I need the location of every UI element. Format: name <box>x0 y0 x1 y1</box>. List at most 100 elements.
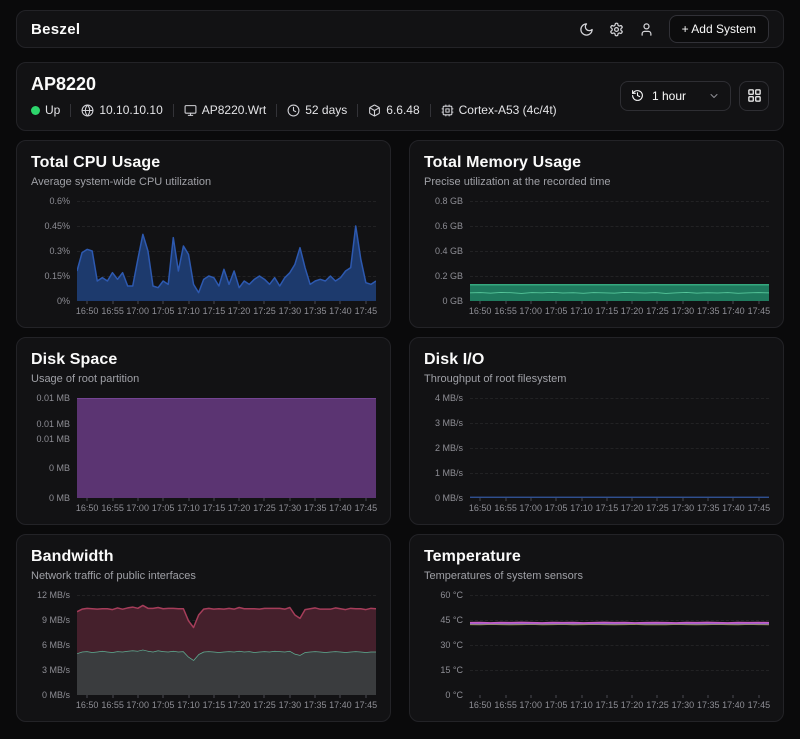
x-tick-mark <box>758 498 759 501</box>
x-tick-mark <box>682 301 683 304</box>
chart-plot[interactable] <box>77 398 376 498</box>
x-tick-label: 17:35 <box>697 700 720 710</box>
x-tick-mark <box>365 498 366 501</box>
chart-title: Temperature <box>424 548 769 566</box>
chart-canvas-diskio[interactable] <box>470 398 769 498</box>
x-tick-mark <box>112 695 113 698</box>
page: Beszel + Add System AP8220 Up <box>0 0 800 722</box>
x-tick-label: 17:40 <box>722 503 745 513</box>
x-tick-label: 17:20 <box>621 700 644 710</box>
chart-plot[interactable] <box>470 201 769 301</box>
divider <box>276 104 277 117</box>
system-uptime: 52 days <box>287 103 347 117</box>
x-tick-mark <box>315 695 316 698</box>
x-tick-mark <box>340 695 341 698</box>
x-tick-label: 17:15 <box>203 306 226 316</box>
y-tick-label: 0 MB/s <box>42 690 70 700</box>
x-tick-label: 17:00 <box>126 306 149 316</box>
x-tick-mark <box>758 695 759 698</box>
y-tick-label: 1 MB/s <box>435 468 463 478</box>
chart-card-cpu: Total CPU Usage Average system-wide CPU … <box>16 140 391 328</box>
x-tick-mark <box>581 695 582 698</box>
x-tick-mark <box>733 498 734 501</box>
chart-plot[interactable] <box>470 595 769 695</box>
chart-canvas-bandwidth[interactable] <box>77 595 376 695</box>
user-menu-button[interactable] <box>639 22 654 37</box>
y-tick-label: 0.01 MB <box>36 393 70 403</box>
layout-grid-button[interactable] <box>739 81 769 111</box>
x-tick-label: 17:15 <box>596 306 619 316</box>
x-tick-label: 16:50 <box>469 700 492 710</box>
x-tick-label: 17:20 <box>621 306 644 316</box>
x-tick-mark <box>480 498 481 501</box>
chart-header: Total Memory Usage Precise utilization a… <box>424 154 769 188</box>
system-version-value: 6.6.48 <box>386 103 419 117</box>
x-axis: 16:5016:5517:0017:0517:1017:1517:2017:25… <box>77 695 376 713</box>
x-tick-mark <box>213 695 214 698</box>
settings-button[interactable] <box>609 22 624 37</box>
time-range-select[interactable]: 1 hour <box>620 81 731 111</box>
y-tick-label: 2 MB/s <box>435 443 463 453</box>
x-tick-label: 16:50 <box>76 306 99 316</box>
x-axis: 16:5016:5517:0017:0517:1017:1517:2017:25… <box>470 498 769 516</box>
x-tick-label: 17:40 <box>722 700 745 710</box>
x-tick-mark <box>163 695 164 698</box>
y-tick-label: 12 MB/s <box>37 590 70 600</box>
navbar: Beszel + Add System <box>16 10 784 48</box>
x-tick-label: 16:50 <box>469 503 492 513</box>
clock-icon <box>287 104 300 117</box>
x-tick-label: 17:40 <box>329 306 352 316</box>
x-tick-label: 17:00 <box>126 700 149 710</box>
gear-icon <box>609 22 624 37</box>
chart-canvas-memory[interactable] <box>470 201 769 301</box>
x-tick-label: 16:55 <box>494 306 517 316</box>
user-icon <box>639 22 654 37</box>
x-tick-label: 16:55 <box>494 503 517 513</box>
y-axis: 60 °C45 °C30 °C15 °C0 °C <box>424 595 470 695</box>
add-system-button[interactable]: + Add System <box>669 15 769 43</box>
x-axis: 16:5016:5517:0017:0517:1017:1517:2017:25… <box>77 498 376 516</box>
x-tick-mark <box>188 498 189 501</box>
x-tick-mark <box>556 498 557 501</box>
x-tick-label: 17:25 <box>646 503 669 513</box>
x-tick-label: 17:35 <box>697 306 720 316</box>
x-tick-mark <box>505 301 506 304</box>
x-tick-mark <box>137 498 138 501</box>
x-tick-label: 17:05 <box>152 700 175 710</box>
x-tick-mark <box>530 695 531 698</box>
app-logo[interactable]: Beszel <box>31 21 80 38</box>
chart-canvas-disk[interactable] <box>77 398 376 498</box>
y-axis: 0.8 GB0.6 GB0.4 GB0.2 GB0 GB <box>424 201 470 301</box>
x-tick-label: 17:45 <box>355 700 378 710</box>
x-tick-mark <box>632 301 633 304</box>
chart-plot[interactable] <box>77 595 376 695</box>
x-tick-label: 17:30 <box>279 306 302 316</box>
time-range-value: 1 hour <box>652 89 686 103</box>
chart-plot[interactable] <box>77 201 376 301</box>
y-axis: 0.01 MB0.01 MB0.01 MB0 MB0 MB <box>31 398 77 498</box>
x-tick-label: 17:45 <box>748 306 771 316</box>
x-tick-label: 17:00 <box>519 700 542 710</box>
cpu-chip-icon <box>441 104 454 117</box>
x-tick-mark <box>632 695 633 698</box>
x-tick-mark <box>213 498 214 501</box>
x-tick-label: 16:50 <box>469 306 492 316</box>
x-tick-mark <box>137 301 138 304</box>
chart-title: Total CPU Usage <box>31 154 376 172</box>
package-icon <box>368 104 381 117</box>
y-tick-label: 4 MB/s <box>435 393 463 403</box>
x-tick-mark <box>606 498 607 501</box>
chart-canvas-cpu[interactable] <box>77 201 376 301</box>
y-tick-label: 0.01 MB <box>36 419 70 429</box>
system-ip: 10.10.10.10 <box>81 103 162 117</box>
chart-title: Disk I/O <box>424 351 769 369</box>
x-tick-label: 17:35 <box>304 700 327 710</box>
chart-plot[interactable] <box>470 398 769 498</box>
x-tick-label: 17:20 <box>228 503 251 513</box>
x-tick-label: 17:25 <box>646 700 669 710</box>
system-version: 6.6.48 <box>368 103 419 117</box>
chart-canvas-temperature[interactable] <box>470 595 769 695</box>
theme-toggle-button[interactable] <box>579 22 594 37</box>
x-tick-label: 17:05 <box>152 306 175 316</box>
x-tick-label: 17:05 <box>545 306 568 316</box>
